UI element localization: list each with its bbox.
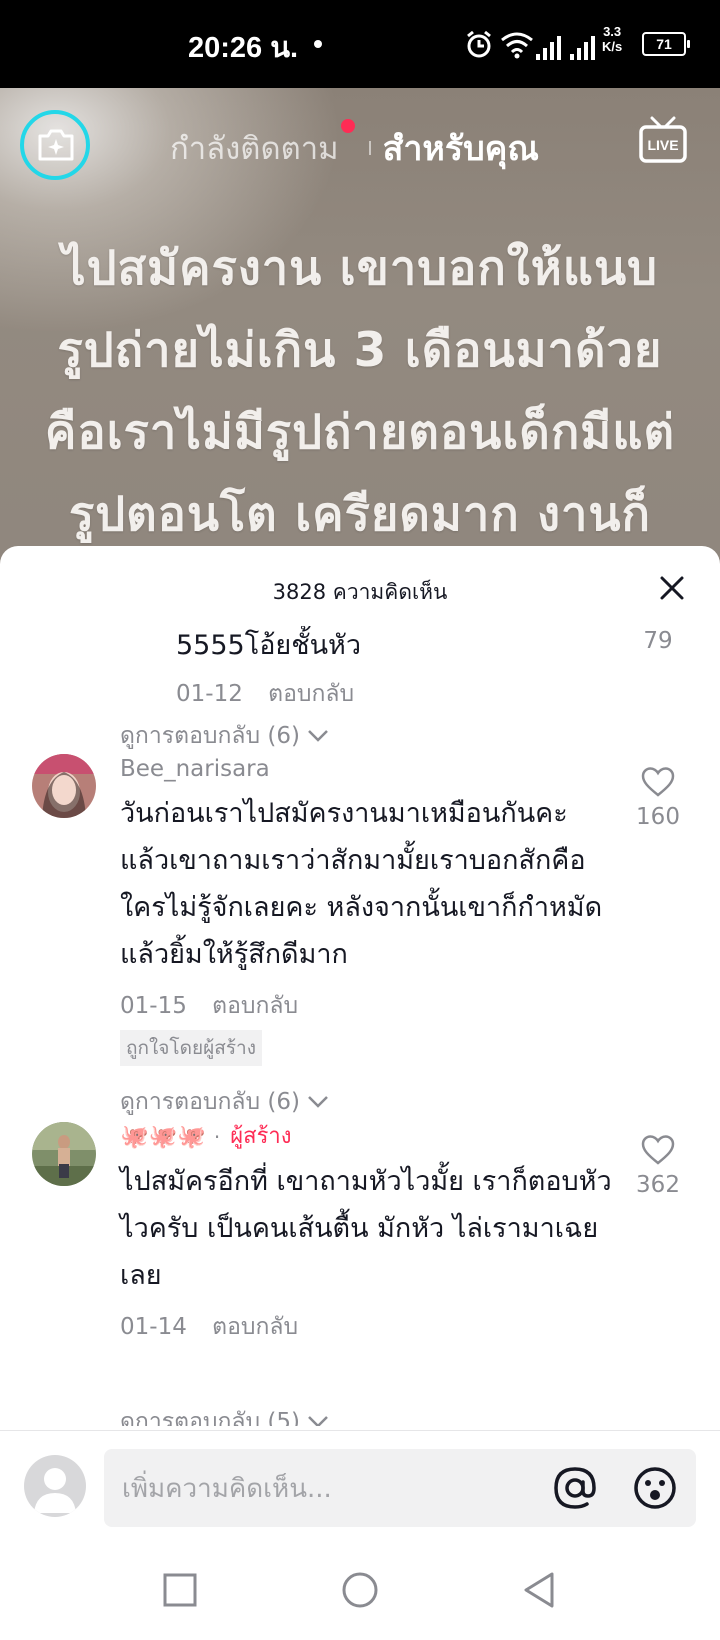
reply-button[interactable]: ตอบกลับ <box>268 681 354 707</box>
comment-body: Bee_narisara วันก่อนเราไปสมัครงานมาเหมือ… <box>120 754 620 1066</box>
wifi-icon <box>501 32 533 59</box>
reply-button[interactable]: ตอบกลับ <box>212 1314 298 1340</box>
emoji-button[interactable] <box>632 1465 678 1511</box>
like-count: 160 <box>636 804 680 830</box>
reply-date: 01-12 <box>176 681 243 707</box>
heart-icon <box>641 767 675 797</box>
comments-count-header: 3828 ความคิดเห็น <box>272 580 448 604</box>
net-speed-value: 3.3 <box>603 24 622 39</box>
recents-button[interactable] <box>156 1566 204 1614</box>
comment-text: ไปสมัครอีกที่ เขาถามหัวไวมั้ย เราก็ตอบหั… <box>120 1166 612 1291</box>
heart-icon <box>641 1135 675 1165</box>
battery-icon: 71 <box>642 32 690 56</box>
signal-icon-2 <box>570 36 595 60</box>
comment-meta: 01-14 ตอบกลับ <box>120 1309 620 1345</box>
reply-button[interactable]: ตอบกลับ <box>212 993 298 1019</box>
new-content-dot <box>340 119 355 133</box>
close-icon <box>660 576 684 600</box>
status-bar: 20:26 น. 3.3 K/s 71 <box>0 0 720 88</box>
comment-date: 01-14 <box>120 1314 187 1340</box>
net-speed: 3.3 K/s <box>602 24 622 54</box>
tab-divider <box>368 141 371 155</box>
user-avatar-image <box>32 1122 96 1186</box>
comment-username[interactable]: 🐙🐙🐙 <box>120 1122 206 1152</box>
net-speed-unit: K/s <box>602 39 623 54</box>
comment-body: 🐙🐙🐙 · ผู้สร้าง ไปสมัครอีกที่ เขาถามหัวไว… <box>120 1122 620 1345</box>
comment-input[interactable] <box>120 1449 544 1529</box>
comment-input-container <box>104 1449 696 1529</box>
video-background[interactable]: ไปสมัครงาน เขาบอกให้แนบ รูปถ่ายไม่เกิน 3… <box>0 88 720 608</box>
my-avatar <box>24 1455 86 1517</box>
comment-date: 01-15 <box>120 993 187 1019</box>
tab-following-label: กำลังติดตาม <box>170 131 339 167</box>
notification-dot <box>314 40 322 48</box>
reply-text: 5555โอ้ยชั้นหัว <box>176 630 361 661</box>
camera-icon <box>38 129 74 161</box>
mention-button[interactable] <box>552 1465 598 1511</box>
live-icon-text: LIVE <box>647 137 678 153</box>
at-icon <box>554 1467 596 1509</box>
signal-icon-1 <box>536 36 561 60</box>
emoji-icon <box>634 1467 676 1509</box>
live-icon: LIVE <box>639 116 687 163</box>
alarm-icon <box>467 30 491 58</box>
system-nav-bar <box>0 1540 720 1640</box>
live-button[interactable]: LIVE <box>638 116 688 166</box>
back-icon <box>524 1572 554 1608</box>
view-replies-button[interactable]: ดูการตอบกลับ (6) <box>120 718 330 754</box>
comment-list[interactable]: 5555โอ้ยชั้นหัว 01-12 ตอบกลับ 79 ดูการตอ… <box>0 626 720 1426</box>
liked-by-creator-badge: ถูกใจโดยผู้สร้าง <box>120 1030 262 1066</box>
comment-input-bar <box>0 1430 720 1541</box>
close-button[interactable] <box>652 568 692 608</box>
avatar[interactable] <box>32 1122 96 1186</box>
video-caption: ไปสมัครงาน เขาบอกให้แนบ รูปถ่ายไม่เกิน 3… <box>44 241 676 542</box>
chevron-down-icon <box>308 1416 328 1426</box>
status-icons: 3.3 K/s 71 <box>464 22 704 66</box>
chevron-down-icon <box>308 730 328 742</box>
feed-tabs: กำลังติดตาม สำหรับคุณ <box>170 119 539 173</box>
comment-user-line: 🐙🐙🐙 · ผู้สร้าง <box>120 1122 620 1152</box>
camera-button[interactable] <box>20 110 90 180</box>
reply-meta: 01-12 ตอบกลับ <box>176 676 676 712</box>
home-button[interactable] <box>336 1566 384 1614</box>
view-replies-button[interactable]: ดูการตอบกลับ (6) <box>120 1084 330 1120</box>
view-replies-label: ดูการตอบกลับ (6) <box>120 723 300 749</box>
view-replies-button[interactable]: ดูการตอบกลับ (5) <box>120 1404 330 1426</box>
status-time: 20:26 น. <box>188 32 299 64</box>
home-icon <box>342 1572 378 1608</box>
separator-dot: · <box>213 1125 221 1149</box>
like-count: 362 <box>636 1172 680 1198</box>
reply-like-count[interactable]: 79 <box>636 628 680 654</box>
avatar[interactable] <box>32 754 96 818</box>
comment-text: วันก่อนเราไปสมัครงานมาเหมือนกันคะ แล้วเข… <box>120 798 603 970</box>
view-replies-label: ดูการตอบกลับ (5) <box>120 1409 300 1426</box>
view-replies-label: ดูการตอบกลับ (6) <box>120 1089 300 1115</box>
back-button[interactable] <box>516 1566 564 1614</box>
like-button[interactable]: 160 <box>628 766 688 830</box>
like-button[interactable]: 362 <box>628 1134 688 1198</box>
user-avatar-image <box>32 754 96 818</box>
recents-icon <box>163 1573 197 1607</box>
tab-for-you[interactable]: สำหรับคุณ <box>383 121 539 175</box>
chevron-down-icon <box>308 1096 328 1108</box>
creator-tag: ผู้สร้าง <box>230 1124 292 1149</box>
default-avatar-icon <box>34 1468 76 1513</box>
reply-item: 5555โอ้ยชั้นหัว 01-12 ตอบกลับ <box>176 626 676 712</box>
comment-username[interactable]: Bee_narisara <box>120 754 620 784</box>
comment-meta: 01-15 ตอบกลับ <box>120 988 620 1024</box>
tab-following[interactable]: กำลังติดตาม <box>170 119 355 173</box>
